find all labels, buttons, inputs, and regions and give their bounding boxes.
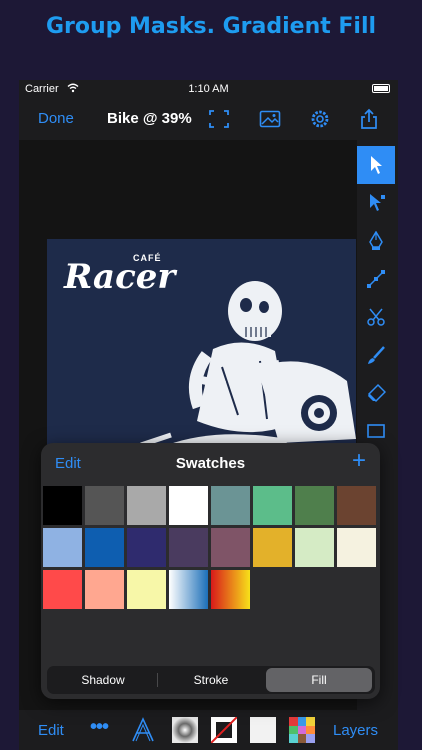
tool-brush[interactable] xyxy=(357,336,395,374)
node-tool-icon xyxy=(367,270,385,288)
pen-tool-icon xyxy=(369,231,383,250)
brush-icon xyxy=(368,346,385,364)
color-swatch[interactable] xyxy=(127,528,166,567)
stroke-none-icon[interactable] xyxy=(211,717,237,743)
bottom-toolbar: Edit ••• Layers xyxy=(19,710,398,750)
swatch-palette-icon[interactable] xyxy=(289,717,315,743)
add-swatch-button[interactable]: + xyxy=(352,449,366,473)
done-button[interactable]: Done xyxy=(38,110,74,127)
color-swatch[interactable] xyxy=(127,486,166,525)
color-swatch[interactable] xyxy=(211,528,250,567)
color-swatch[interactable] xyxy=(85,570,124,609)
gradient-preview-icon[interactable] xyxy=(172,717,198,743)
style-segmented-control: Shadow Stroke Fill xyxy=(47,666,375,694)
clock: 1:10 AM xyxy=(188,83,229,95)
status-bar: Carrier 1:10 AM xyxy=(19,80,398,98)
selection-arrow-icon xyxy=(371,156,382,174)
settings-gear-icon[interactable] xyxy=(309,108,331,130)
segment-shadow[interactable]: Shadow xyxy=(50,668,156,692)
navigation-bar: Done Bike @ 39% xyxy=(19,98,398,140)
color-swatch[interactable] xyxy=(211,486,250,525)
color-swatch[interactable] xyxy=(295,528,334,567)
battery-icon xyxy=(372,84,390,93)
rectangle-icon xyxy=(367,424,385,438)
fill-white-icon[interactable] xyxy=(250,717,276,743)
tool-direct-select[interactable] xyxy=(357,184,395,222)
layers-button[interactable]: Layers xyxy=(333,722,378,739)
direct-selection-icon xyxy=(370,194,385,211)
color-swatch[interactable] xyxy=(85,528,124,567)
tool-eraser[interactable] xyxy=(357,374,395,412)
swatches-title: Swatches xyxy=(175,455,246,472)
document-title: Bike @ 39% xyxy=(107,110,192,127)
color-swatch[interactable] xyxy=(211,570,250,609)
color-swatch[interactable] xyxy=(43,486,82,525)
segment-stroke[interactable]: Stroke xyxy=(159,668,263,692)
tool-node[interactable] xyxy=(357,260,395,298)
scissors-icon xyxy=(367,308,385,326)
color-swatch[interactable] xyxy=(85,486,124,525)
segment-divider xyxy=(157,673,158,687)
swatches-popover: Edit Swatches + Shadow Stroke Fill xyxy=(41,443,380,699)
color-swatch[interactable] xyxy=(253,528,292,567)
tool-select[interactable] xyxy=(357,146,395,184)
fit-screen-icon[interactable] xyxy=(208,108,230,130)
promo-headline: Group Masks. Gradient Fill xyxy=(45,14,377,39)
edit-button[interactable]: Edit xyxy=(38,722,64,739)
color-swatch[interactable] xyxy=(43,528,82,567)
color-swatch[interactable] xyxy=(337,528,376,567)
text-tool-icon[interactable] xyxy=(130,717,156,743)
more-button[interactable]: ••• xyxy=(90,716,109,739)
color-swatch[interactable] xyxy=(43,570,82,609)
segment-fill[interactable]: Fill xyxy=(266,668,372,692)
color-swatch[interactable] xyxy=(295,486,334,525)
color-swatch[interactable] xyxy=(169,528,208,567)
image-icon[interactable] xyxy=(259,108,281,130)
share-icon[interactable] xyxy=(358,108,380,130)
color-swatch[interactable] xyxy=(127,570,166,609)
eraser-icon xyxy=(367,383,386,403)
tool-scissors[interactable] xyxy=(357,298,395,336)
tool-pen[interactable] xyxy=(357,222,395,260)
color-swatch[interactable] xyxy=(337,486,376,525)
color-swatch[interactable] xyxy=(169,570,208,609)
color-swatch[interactable] xyxy=(253,486,292,525)
color-swatch[interactable] xyxy=(169,486,208,525)
